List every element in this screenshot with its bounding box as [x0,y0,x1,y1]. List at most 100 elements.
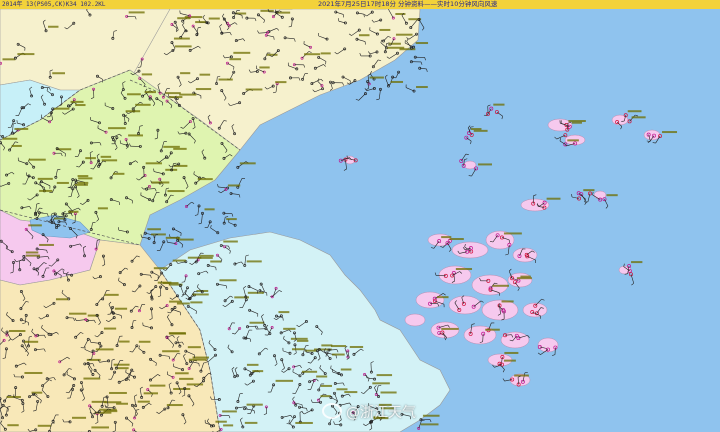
station-label-mark [218,78,233,81]
station-label-mark [166,404,183,407]
station-label-mark [514,374,529,377]
station-label-mark [503,359,516,362]
station-label-mark [662,131,678,134]
station-label-mark [190,301,203,304]
station-label-mark [247,291,264,294]
station-label-mark [376,374,393,377]
station-label-mark [125,110,141,113]
station-label-mark [344,391,358,394]
station-label-mark [119,340,130,343]
station-label-mark [516,277,532,280]
station-label-mark [197,178,213,181]
station-label-mark [85,157,96,160]
station-label-mark [100,155,112,158]
station-label-mark [11,144,22,147]
station-label-mark [390,80,404,83]
station-label-mark [379,28,391,31]
station-label-mark [295,421,313,424]
station-label-mark [372,382,390,385]
station-label-mark [54,217,65,220]
station-label-mark [25,251,39,254]
station-label-mark [246,363,259,366]
station-label-mark [436,296,449,299]
station-label-mark [143,392,158,395]
station-label-mark [151,233,166,236]
watermark-text: @浙江天气 [346,405,416,421]
station-label-mark [137,400,150,403]
station-label-mark [349,345,364,348]
station-label-mark [128,134,143,137]
station-label-mark [336,388,348,391]
map-canvas [0,0,720,432]
station-label-mark [546,197,561,200]
station-label-mark [283,327,296,330]
station-label-mark [53,107,70,110]
station-label-mark [266,53,278,56]
station-label-mark [55,298,68,301]
station-label-mark [219,279,237,282]
station-label-mark [449,238,464,241]
station-label-mark [388,42,401,45]
station-label-mark [108,127,126,130]
station-label-mark [74,183,88,186]
station-label-mark [229,58,242,61]
station-label-mark [176,302,190,305]
station-label-mark [208,17,220,20]
station-label-mark [301,370,318,373]
station-label-mark [290,337,308,340]
station-label-mark [169,332,187,335]
station-label-mark [259,66,270,69]
station-label-mark [395,33,413,36]
station-label-mark [504,351,519,354]
station-label-mark [25,254,41,257]
station-label-mark [169,300,183,303]
station-label-mark [192,356,209,359]
station-label-mark [215,420,227,423]
station-label-mark [223,424,234,427]
station-label-mark [195,21,206,24]
station-label-mark [97,207,108,210]
station-label-mark [478,163,492,166]
station-label-mark [162,350,180,353]
station-label-mark [144,91,157,94]
station-label-mark [415,42,429,45]
header-left-text: 2014年 13(PS05,CK)K34 102.2KL [2,1,106,8]
station-label-mark [320,395,331,398]
station-label-mark [138,340,151,343]
weather-map: 2014年 13(PS05,CK)K34 102.2KL 2021年7月25日1… [0,0,720,432]
station-label-mark [320,52,331,55]
station-label-mark [501,300,514,303]
station-label-mark [188,358,207,361]
station-label-mark [70,100,84,103]
station-label-mark [455,268,473,271]
station-label-mark [331,345,347,348]
station-label-mark [135,103,151,106]
station-label-mark [291,348,305,351]
station-label-mark [173,387,191,390]
station-label-mark [223,240,238,243]
station-label-mark [321,344,333,347]
station-label-mark [199,73,211,76]
station-label-mark [568,120,586,123]
station-label-mark [149,384,166,387]
station-label-mark [68,210,79,213]
station-label-mark [296,339,309,342]
station-label-mark [278,311,290,314]
station-label-mark [583,189,595,192]
station-label-mark [249,321,265,324]
station-label-mark [246,403,263,406]
station-label-mark [157,281,172,284]
station-label-mark [380,391,397,394]
station-label-mark [77,181,89,184]
station-label-mark [416,86,428,89]
header-bar: 2014年 13(PS05,CK)K34 102.2KL 2021年7月25日1… [0,0,720,9]
map-title: 2021年7月25日17时18分 分钟资料——实时10分钟风向风速 [318,0,498,8]
station-label-mark [8,329,26,332]
station-label-mark [48,25,59,28]
station-label-mark [233,51,251,54]
station-label-mark [179,93,197,96]
station-label-mark [69,312,87,315]
station-label-mark [204,208,215,211]
station-label-mark [245,88,263,91]
station-label-mark [141,73,153,76]
